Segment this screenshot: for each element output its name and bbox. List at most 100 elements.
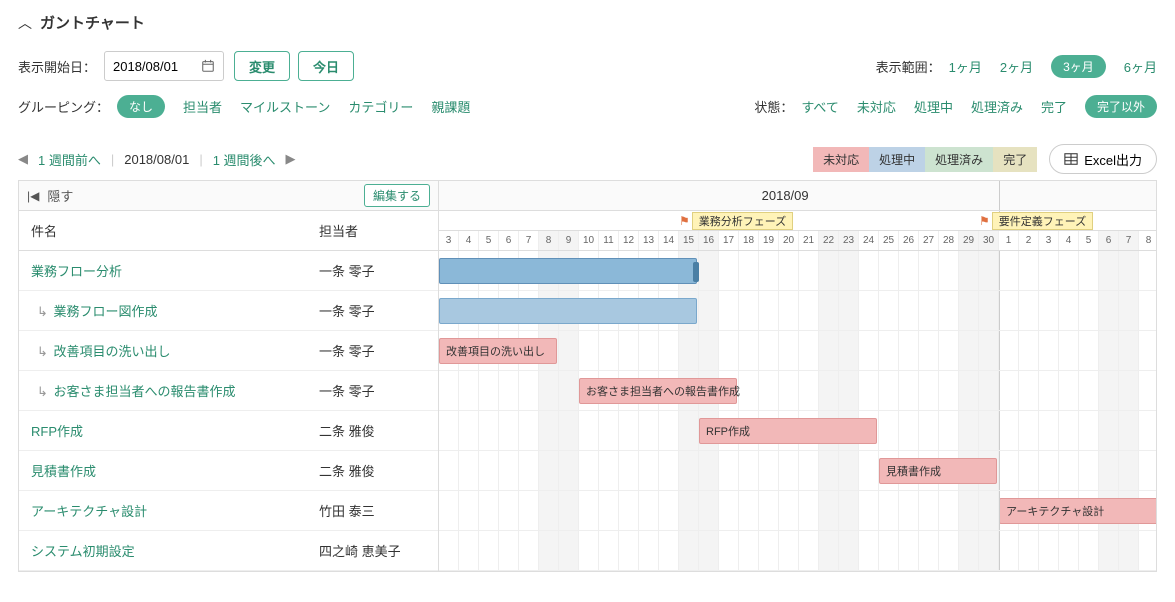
status-option-処理済み[interactable]: 処理済み bbox=[971, 97, 1023, 116]
gantt-bar[interactable]: 見積書作成 bbox=[879, 458, 997, 484]
day-header-cell: 3 bbox=[1039, 231, 1059, 250]
table-row: システム初期設定四之崎 恵美子 bbox=[19, 531, 438, 571]
task-assignee: 一条 零子 bbox=[319, 301, 438, 320]
status-label: 状態： bbox=[754, 97, 793, 116]
day-header-cell: 30 bbox=[979, 231, 999, 250]
start-date-input[interactable] bbox=[113, 59, 195, 74]
gantt-row: RFP作成 bbox=[439, 411, 1156, 451]
day-header-cell: 14 bbox=[659, 231, 679, 250]
gantt-row bbox=[439, 291, 1156, 331]
edit-button[interactable]: 編集する bbox=[364, 184, 430, 207]
status-option-未対応[interactable]: 未対応 bbox=[857, 97, 896, 116]
day-header-cell: 8 bbox=[539, 231, 559, 250]
task-name-link[interactable]: アーキテクチャ設計 bbox=[19, 501, 319, 520]
day-header-cell: 9 bbox=[559, 231, 579, 250]
day-header-cell: 8 bbox=[1139, 231, 1156, 250]
gantt-row: 見積書作成 bbox=[439, 451, 1156, 491]
nav-next-arrow-icon[interactable]: ▶ bbox=[286, 151, 296, 167]
table-row: アーキテクチャ設計竹田 泰三 bbox=[19, 491, 438, 531]
grouping-option-なし[interactable]: なし bbox=[117, 95, 165, 118]
day-header-cell: 26 bbox=[899, 231, 919, 250]
range-option-1ヶ月[interactable]: 1ヶ月 bbox=[949, 57, 982, 76]
day-header-cell: 7 bbox=[519, 231, 539, 250]
range-option-6ヶ月[interactable]: 6ヶ月 bbox=[1124, 57, 1157, 76]
day-header-cell: 15 bbox=[679, 231, 699, 250]
task-assignee: 一条 零子 bbox=[319, 261, 438, 280]
grouping-option-親課題[interactable]: 親課題 bbox=[431, 97, 470, 116]
gantt-row bbox=[439, 251, 1156, 291]
day-header-cell: 10 bbox=[579, 231, 599, 250]
day-header-cell: 24 bbox=[859, 231, 879, 250]
gantt-bar[interactable] bbox=[439, 258, 697, 284]
task-assignee: 竹田 泰三 bbox=[319, 501, 438, 520]
grouping-option-マイルストーン[interactable]: マイルストーン bbox=[240, 97, 330, 116]
day-header-cell: 7 bbox=[1119, 231, 1139, 250]
table-icon bbox=[1064, 152, 1078, 166]
grouping-option-担当者[interactable]: 担当者 bbox=[183, 97, 222, 116]
task-name-link[interactable]: 見積書作成 bbox=[19, 461, 319, 480]
nav-prev-arrow-icon[interactable]: ◀ bbox=[18, 151, 28, 167]
collapse-chevron-icon[interactable]: ︿ bbox=[18, 13, 32, 33]
day-header-cell: 22 bbox=[819, 231, 839, 250]
day-header-cell: 23 bbox=[839, 231, 859, 250]
gantt-bar[interactable]: お客さま担当者への報告書作成 bbox=[579, 378, 737, 404]
milestone-flag[interactable]: ⚑要件定義フェーズ bbox=[979, 212, 1093, 230]
milestone-flag[interactable]: ⚑業務分析フェーズ bbox=[679, 212, 793, 230]
child-arrow-icon: ↳ bbox=[37, 344, 48, 359]
table-row: ↳ 改善項目の洗い出し一条 零子 bbox=[19, 331, 438, 371]
gantt-bar[interactable]: 改善項目の洗い出し bbox=[439, 338, 557, 364]
nav-next-week[interactable]: 1 週間後へ bbox=[213, 150, 276, 169]
table-row: 見積書作成二条 雅俊 bbox=[19, 451, 438, 491]
status-option-すべて[interactable]: すべて bbox=[801, 97, 839, 116]
gantt-bar[interactable]: アーキテクチャ設計 bbox=[999, 498, 1156, 524]
grouping-option-カテゴリー[interactable]: カテゴリー bbox=[348, 97, 413, 116]
child-arrow-icon: ↳ bbox=[37, 304, 48, 319]
status-option-完了以外[interactable]: 完了以外 bbox=[1085, 95, 1157, 118]
day-header-cell: 18 bbox=[739, 231, 759, 250]
start-date-label: 表示開始日： bbox=[18, 57, 96, 76]
day-header-cell: 6 bbox=[1099, 231, 1119, 250]
day-header-cell: 4 bbox=[1059, 231, 1079, 250]
change-button[interactable]: 変更 bbox=[234, 51, 290, 81]
day-header-cell: 16 bbox=[699, 231, 719, 250]
col-header-assignee: 担当者 bbox=[319, 221, 438, 240]
table-row: 業務フロー分析一条 零子 bbox=[19, 251, 438, 291]
today-button[interactable]: 今日 bbox=[298, 51, 354, 81]
task-name-link[interactable]: ↳ 業務フロー図作成 bbox=[19, 301, 319, 320]
day-header-cell: 21 bbox=[799, 231, 819, 250]
table-row: RFP作成二条 雅俊 bbox=[19, 411, 438, 451]
status-option-処理中[interactable]: 処理中 bbox=[914, 97, 953, 116]
task-name-link[interactable]: RFP作成 bbox=[19, 421, 319, 440]
gantt-chart: |◀ 隠す 編集する 件名 担当者 業務フロー分析一条 零子↳ 業務フロー図作成… bbox=[18, 180, 1157, 572]
day-header-cell: 20 bbox=[779, 231, 799, 250]
status-option-完了[interactable]: 完了 bbox=[1041, 97, 1067, 116]
status-legend: 未対応 処理中 処理済み 完了 bbox=[813, 147, 1037, 172]
task-name-link[interactable]: システム初期設定 bbox=[19, 541, 319, 560]
gantt-row: お客さま担当者への報告書作成 bbox=[439, 371, 1156, 411]
task-name-link[interactable]: 業務フロー分析 bbox=[19, 261, 319, 280]
nav-prev-week[interactable]: 1 週間前へ bbox=[38, 150, 101, 169]
day-header-cell: 19 bbox=[759, 231, 779, 250]
excel-export-button[interactable]: Excel出力 bbox=[1049, 144, 1157, 174]
day-header-cell: 17 bbox=[719, 231, 739, 250]
task-assignee: 二条 雅俊 bbox=[319, 461, 438, 480]
nav-current-date: 2018/08/01 bbox=[124, 152, 189, 167]
col-header-subject: 件名 bbox=[19, 221, 319, 240]
collapse-left-icon[interactable]: |◀ bbox=[27, 189, 39, 203]
gantt-bar[interactable]: RFP作成 bbox=[699, 418, 877, 444]
hide-label[interactable]: 隠す bbox=[47, 186, 73, 205]
day-header-cell: 5 bbox=[1079, 231, 1099, 250]
range-option-2ヶ月[interactable]: 2ヶ月 bbox=[1000, 57, 1033, 76]
day-header-cell: 4 bbox=[459, 231, 479, 250]
task-name-link[interactable]: ↳ お客さま担当者への報告書作成 bbox=[19, 381, 319, 400]
day-header-cell: 5 bbox=[479, 231, 499, 250]
day-header-cell: 25 bbox=[879, 231, 899, 250]
bar-resize-handle[interactable] bbox=[693, 262, 699, 282]
day-header-cell: 12 bbox=[619, 231, 639, 250]
task-name-link[interactable]: ↳ 改善項目の洗い出し bbox=[19, 341, 319, 360]
gantt-bar[interactable] bbox=[439, 298, 697, 324]
range-option-3ヶ月[interactable]: 3ヶ月 bbox=[1051, 55, 1106, 78]
start-date-input-wrap[interactable] bbox=[104, 51, 224, 81]
child-arrow-icon: ↳ bbox=[37, 384, 48, 399]
day-header-cell: 6 bbox=[499, 231, 519, 250]
